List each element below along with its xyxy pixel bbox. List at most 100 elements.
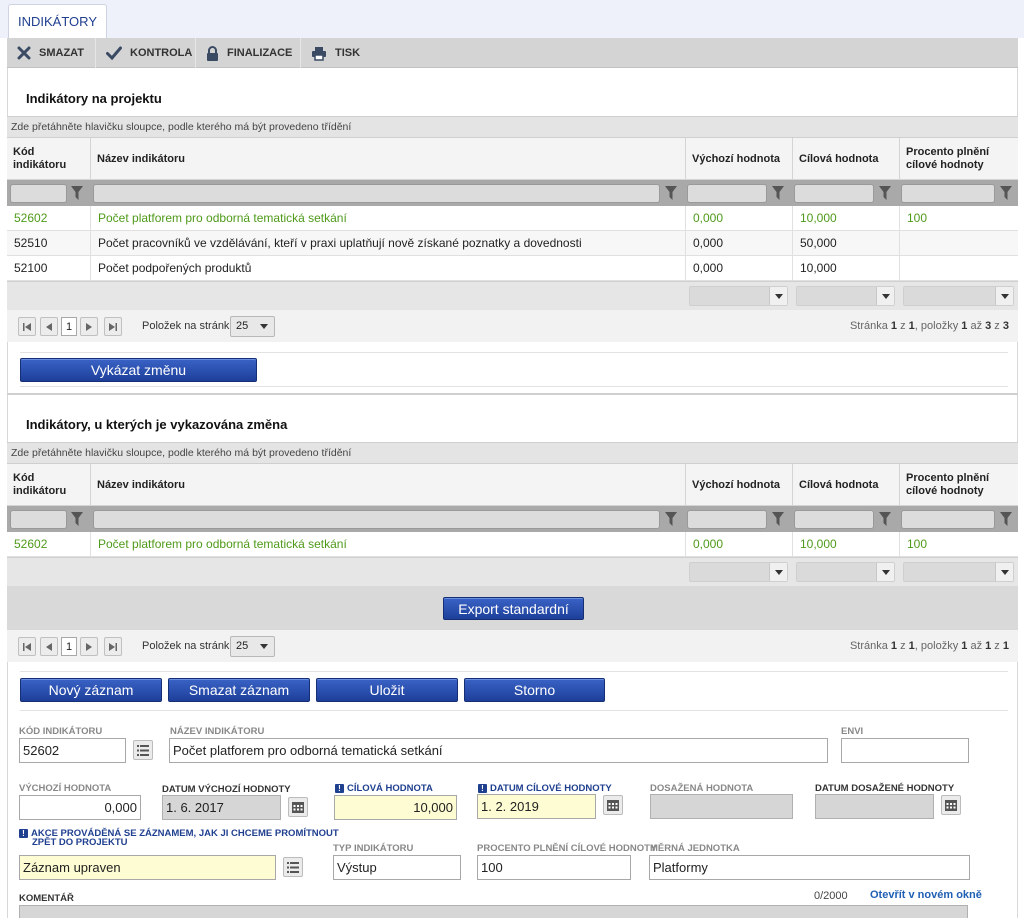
calendar-button[interactable] (288, 797, 308, 817)
filter-input-start[interactable] (687, 184, 767, 203)
envi-field[interactable] (841, 738, 969, 763)
new-record-button[interactable]: Nový záznam (20, 678, 162, 702)
delete-button[interactable]: SMAZAT (7, 38, 96, 68)
filter-icon[interactable] (1000, 512, 1012, 526)
report-change-button[interactable]: Vykázat změnu (20, 358, 257, 382)
code-field[interactable]: 52602 (19, 738, 126, 763)
calendar-button[interactable] (941, 795, 961, 815)
code-label: KÓD INDIKÁTORU (19, 726, 103, 737)
target-value-field[interactable]: 10,000 (334, 795, 457, 820)
filter-icon[interactable] (879, 512, 891, 526)
filter-input-name[interactable] (93, 184, 660, 203)
start-value-field[interactable]: 0,000 (19, 795, 141, 820)
cell-percent: 100 (899, 206, 1018, 231)
finalize-button[interactable]: FINALIZACE (196, 38, 301, 68)
col-header-percent[interactable]: Procento plnění cílové hodnoty (899, 138, 1018, 180)
first-page-button[interactable] (18, 637, 36, 656)
open-new-window-link[interactable]: Otevřít v novém okně (870, 889, 982, 901)
col-header-name[interactable]: Název indikátoru (90, 138, 685, 180)
current-page[interactable]: 1 (61, 317, 77, 336)
cell-target: 50,000 (792, 231, 899, 256)
filter-input-code[interactable] (10, 510, 67, 529)
aggregate-select-percent[interactable] (903, 286, 1014, 306)
col-header-code[interactable]: Kód indikátoru (7, 464, 90, 506)
table-row[interactable]: 52510 Počet pracovníků ve vzdělávání, kt… (7, 231, 1018, 256)
start-date-label: DATUM VÝCHOZÍ HODNOTY (162, 784, 291, 795)
col-header-target[interactable]: Cílová hodnota (792, 138, 899, 180)
filter-icon[interactable] (71, 186, 83, 200)
filter-input-code[interactable] (10, 184, 67, 203)
finalize-label: FINALIZACE (227, 47, 293, 59)
calendar-icon (292, 802, 304, 813)
filter-icon[interactable] (879, 186, 891, 200)
col-header-target[interactable]: Cílová hodnota (792, 464, 899, 506)
col-header-code[interactable]: Kód indikátoru (7, 138, 90, 180)
prev-page-icon (46, 642, 52, 651)
filter-icon[interactable] (772, 512, 784, 526)
first-page-icon (23, 322, 31, 331)
tab-indikatory[interactable]: INDIKÁTORY (8, 4, 107, 39)
aggregate-select-target[interactable] (796, 286, 895, 306)
page-size-value: 25 (236, 320, 249, 332)
filter-input-percent[interactable] (901, 184, 995, 203)
filter-input-target[interactable] (794, 510, 874, 529)
first-page-button[interactable] (18, 317, 36, 336)
save-button[interactable]: Uložit (316, 678, 458, 702)
delete-record-button[interactable]: Smazat záznam (168, 678, 310, 702)
type-label: TYP INDIKÁTORU (333, 843, 414, 854)
cancel-button[interactable]: Storno (464, 678, 605, 702)
col-header-start[interactable]: Výchozí hodnota (685, 138, 792, 180)
start-value-label: VÝCHOZÍ HODNOTA (19, 783, 112, 794)
table-row[interactable]: 52602 Počet platforem pro odborná temati… (7, 532, 1018, 557)
calendar-button[interactable] (603, 795, 623, 815)
cell-percent: 100 (899, 532, 1018, 557)
current-page[interactable]: 1 (61, 637, 77, 656)
print-button[interactable]: TISK (301, 38, 371, 68)
cell-target: 10,000 (792, 532, 899, 557)
aggregate-row (7, 557, 1018, 586)
aggregate-select-start[interactable] (689, 286, 788, 306)
check-button[interactable]: KONTROLA (96, 38, 196, 68)
achieved-date-field (815, 794, 934, 819)
action-field[interactable]: Záznam upraven (19, 855, 276, 880)
prev-page-button[interactable] (40, 317, 58, 336)
col-header-name[interactable]: Název indikátoru (90, 464, 685, 506)
table-row[interactable]: 52100 Počet podpořených produktů 0,000 1… (7, 256, 1018, 281)
list-select-button[interactable] (283, 857, 303, 877)
aggregate-select-percent[interactable] (903, 562, 1014, 582)
filter-input-name[interactable] (93, 510, 660, 529)
aggregate-select-target[interactable] (796, 562, 895, 582)
table-row[interactable]: 52602 Počet platforem pro odborná temati… (7, 206, 1018, 231)
required-icon: ! (335, 784, 344, 793)
last-page-button[interactable] (104, 317, 122, 336)
next-page-button[interactable] (80, 317, 98, 336)
target-date-field[interactable]: 1. 2. 2019 (477, 794, 596, 819)
aggregate-select-start[interactable] (689, 562, 788, 582)
filter-icon[interactable] (71, 512, 83, 526)
last-page-icon (109, 642, 117, 651)
group-hint: Zde přetáhněte hlavičku sloupce, podle k… (7, 442, 1018, 464)
filter-icon[interactable] (1000, 186, 1012, 200)
filter-icon[interactable] (665, 186, 677, 200)
page-size-select[interactable]: 25 (230, 316, 275, 337)
divider (20, 386, 1008, 387)
col-header-start[interactable]: Výchozí hodnota (685, 464, 792, 506)
filter-icon[interactable] (665, 512, 677, 526)
last-page-button[interactable] (104, 637, 122, 656)
col-header-percent[interactable]: Procento plnění cílové hodnoty (899, 464, 1018, 506)
name-label: NÁZEV INDIKÁTORU (170, 726, 265, 737)
cell-name: Počet podpořených produktů (90, 256, 685, 281)
list-select-button[interactable] (133, 740, 153, 760)
export-standard-button[interactable]: Export standardní (443, 597, 584, 620)
comment-field[interactable] (19, 905, 968, 918)
filter-icon[interactable] (772, 186, 784, 200)
filter-input-target[interactable] (794, 184, 874, 203)
next-page-button[interactable] (80, 637, 98, 656)
divider (20, 671, 1008, 672)
achieved-value-label: DOSAŽENÁ HODNOTA (650, 783, 754, 794)
filter-input-start[interactable] (687, 510, 767, 529)
prev-page-button[interactable] (40, 637, 58, 656)
page-size-select[interactable]: 25 (230, 636, 275, 657)
filter-input-percent[interactable] (901, 510, 995, 529)
name-field[interactable]: Počet platforem pro odborná tematická se… (169, 738, 828, 763)
